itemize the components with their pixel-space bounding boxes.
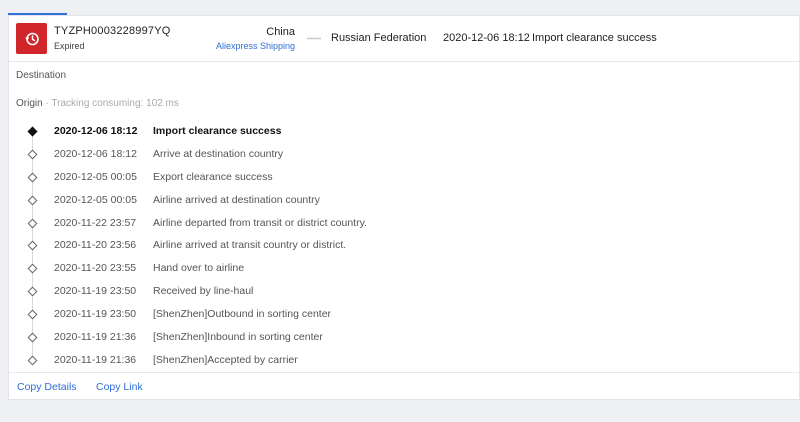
event-description: [ShenZhen]Inbound in sorting center: [153, 331, 323, 344]
event-dot-icon: [27, 218, 38, 229]
event-dot-icon: [27, 149, 38, 160]
event-description: Airline arrived at transit country or di…: [153, 239, 347, 252]
destination-country: Russian Federation: [331, 32, 427, 44]
event-row: 2020-11-19 21:36 [ShenZhen]Inbound in sor…: [9, 326, 799, 349]
event-description: Airline departed from transit or distric…: [153, 216, 367, 229]
event-row: 2020-12-05 00:05 Airline arrived at desti…: [9, 189, 799, 212]
event-description: Import clearance success: [153, 125, 282, 137]
event-description: Arrive at destination country: [153, 147, 284, 160]
card-footer: Copy Details Copy Link: [9, 372, 799, 401]
event-row: 2020-11-20 23:55 Hand over to airline: [9, 257, 799, 280]
event-time: 2020-12-05 00:05: [54, 193, 137, 206]
event-description: Export clearance success: [153, 170, 273, 183]
origin-section-label: Origin · Tracking consuming: 102 ms: [16, 98, 179, 109]
events-list: 2020-12-06 18:12 Import clearance success…: [9, 120, 799, 372]
event-dot-icon: [27, 172, 38, 183]
event-time: 2020-12-06 18:12: [54, 147, 137, 160]
event-row: 2020-11-19 23:50 [ShenZhen]Outbound in so…: [9, 303, 799, 326]
event-time: 2020-11-20 23:55: [54, 262, 137, 275]
event-description: Airline arrived at destination country: [153, 193, 320, 206]
event-row: 2020-12-06 18:12 Import clearance success: [9, 120, 799, 143]
copy-link-button[interactable]: Copy Link: [96, 381, 143, 393]
route-arrow-icon: [307, 37, 321, 40]
tracking-header[interactable]: TYZPH0003228997YQ Expired China Aliexpre…: [9, 16, 799, 62]
event-time: 2020-11-19 23:50: [54, 308, 137, 321]
event-time: 2020-11-22 23:57: [54, 216, 137, 229]
status-badge: Expired: [54, 41, 85, 51]
origin-country: China: [266, 26, 295, 38]
tracking-card: TYZPH0003228997YQ Expired China Aliexpre…: [8, 15, 800, 400]
event-time: 2020-11-20 23:56: [54, 239, 137, 252]
event-dot-filled-icon: [27, 126, 38, 137]
tracking-number: TYZPH0003228997YQ: [54, 25, 171, 37]
event-dot-icon: [27, 286, 38, 297]
event-description: Hand over to airline: [153, 262, 245, 275]
event-dot-icon: [27, 309, 38, 320]
destination-section-label: Destination: [16, 70, 67, 81]
latest-event-time: 2020-12-06 18:12: [443, 32, 530, 44]
event-row: 2020-11-19 23:50 Received by line-haul: [9, 280, 799, 303]
origin-label: Origin: [16, 98, 43, 109]
event-description: [ShenZhen]Accepted by carrier: [153, 353, 298, 366]
copy-details-button[interactable]: Copy Details: [17, 381, 77, 393]
carrier-link[interactable]: Aliexpress Shipping: [216, 41, 295, 51]
event-dot-icon: [27, 195, 38, 206]
event-time: 2020-11-19 23:50: [54, 285, 137, 298]
event-dot-icon: [27, 263, 38, 274]
event-time: 2020-11-19 21:36: [54, 353, 137, 366]
event-dot-icon: [27, 355, 38, 366]
event-time: 2020-11-19 21:36: [54, 331, 137, 344]
event-description: Received by line-haul: [153, 285, 254, 298]
event-description: [ShenZhen]Outbound in sorting center: [153, 308, 332, 321]
event-row: 2020-11-22 23:57 Airline departed from tr…: [9, 212, 799, 235]
event-dot-icon: [27, 332, 38, 343]
event-time: 2020-12-06 18:12: [54, 125, 138, 137]
tracking-consuming: Tracking consuming: 102 ms: [51, 98, 179, 109]
event-dot-icon: [27, 241, 38, 251]
latest-event-status: Import clearance success: [532, 32, 657, 44]
event-row: 2020-12-06 18:12 Arrive at destination co…: [9, 143, 799, 166]
event-row: 2020-11-19 21:36 [ShenZhen]Accepted by ca…: [9, 349, 799, 372]
event-row: 2020-11-20 23:56 Airline arrived at trans…: [9, 234, 799, 257]
history-clock-icon: [16, 23, 47, 54]
event-row: 2020-12-05 00:05 Export clearance success: [9, 166, 799, 189]
event-time: 2020-12-05 00:05: [54, 170, 137, 183]
